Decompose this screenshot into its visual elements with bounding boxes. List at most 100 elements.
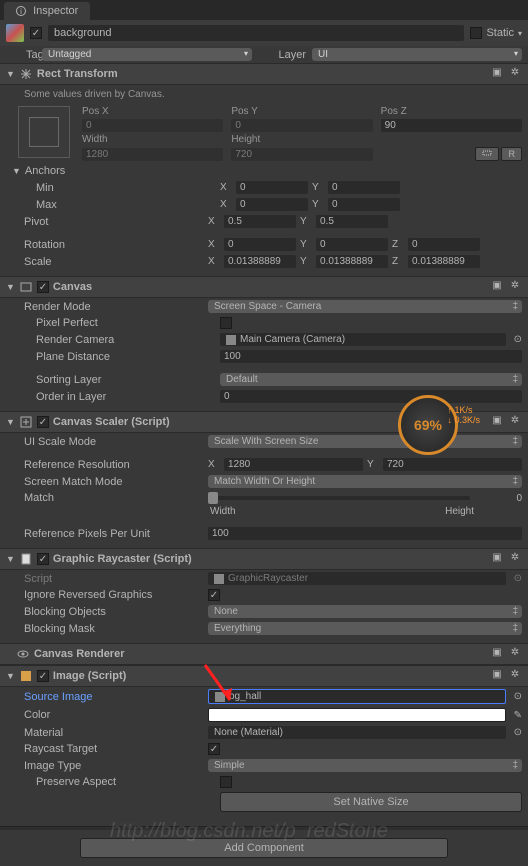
gameobject-icon[interactable] — [6, 24, 24, 42]
layer-dropdown[interactable]: UI — [312, 48, 522, 61]
sorting-layer-dropdown[interactable]: Default — [220, 373, 522, 386]
settings-icon[interactable]: ✲ — [508, 280, 522, 294]
add-component-button[interactable]: Add Component — [80, 838, 448, 858]
preserve-aspect-checkbox[interactable] — [220, 776, 232, 788]
source-image-field[interactable]: bg_hall — [208, 689, 506, 704]
ui-scale-mode-label: UI Scale Mode — [24, 436, 204, 448]
help-icon[interactable]: ▣ — [490, 280, 504, 294]
min-label: Min — [36, 182, 216, 194]
static-checkbox[interactable] — [470, 27, 482, 39]
preserve-aspect-label: Preserve Aspect — [36, 776, 216, 788]
anchors-foldout[interactable]: ▼ — [12, 166, 21, 176]
inspector-tab[interactable]: i Inspector — [4, 2, 90, 20]
width-value: 1280 — [82, 148, 223, 161]
canvas-icon — [19, 280, 33, 294]
tab-bar: i Inspector — [0, 0, 528, 20]
help-icon[interactable]: ▣ — [490, 415, 504, 429]
layer-label: Layer — [266, 49, 306, 61]
tag-dropdown[interactable]: Untagged — [42, 48, 252, 61]
settings-icon[interactable]: ✲ — [508, 669, 522, 683]
match-mode-dropdown[interactable]: Match Width Or Height — [208, 475, 522, 488]
image-type-dropdown[interactable]: Simple — [208, 759, 522, 772]
plane-distance-input[interactable] — [220, 350, 522, 363]
scale-z-input[interactable] — [408, 255, 480, 268]
max-x-input[interactable] — [236, 198, 308, 211]
rect-transform-body: Some values driven by Canvas. Pos X Pos … — [0, 85, 528, 276]
material-field[interactable]: None (Material) — [208, 726, 506, 739]
info-icon: i — [16, 6, 26, 16]
divider — [0, 826, 528, 830]
settings-icon[interactable]: ✲ — [508, 647, 522, 661]
ignore-reversed-checkbox[interactable] — [208, 589, 220, 601]
set-native-size-button[interactable]: Set Native Size — [220, 792, 522, 812]
object-picker-icon[interactable]: ⊙ — [514, 691, 522, 702]
foldout-icon[interactable]: ▼ — [6, 69, 15, 79]
ref-pixels-input[interactable] — [208, 527, 522, 540]
eyedropper-icon[interactable]: ✎ — [514, 710, 522, 721]
material-label: Material — [24, 727, 204, 739]
anchor-preset-button[interactable] — [18, 106, 70, 158]
static-dropdown-icon[interactable]: ▾ — [518, 29, 522, 38]
foldout-icon[interactable]: ▼ — [6, 417, 15, 427]
component-enabled-checkbox[interactable] — [37, 281, 49, 293]
ui-scale-mode-dropdown[interactable]: Scale With Screen Size — [208, 435, 522, 448]
color-field[interactable] — [208, 708, 506, 722]
gameobject-name-input[interactable] — [48, 25, 464, 41]
foldout-icon[interactable]: ▼ — [6, 282, 15, 292]
settings-icon[interactable]: ✲ — [508, 67, 522, 81]
ref-res-y-input[interactable] — [383, 458, 522, 471]
width-label: Width — [82, 134, 223, 145]
posz-label: Pos Z — [381, 106, 522, 117]
raw-edit-button[interactable]: R — [501, 147, 522, 161]
render-mode-dropdown[interactable]: Screen Space - Camera — [208, 300, 522, 313]
blocking-objects-dropdown[interactable]: None — [208, 605, 522, 618]
object-picker-icon[interactable]: ⊙ — [514, 727, 522, 738]
pixel-perfect-checkbox[interactable] — [220, 317, 232, 329]
object-picker-icon[interactable]: ⊙ — [514, 334, 522, 345]
blocking-mask-label: Blocking Mask — [24, 623, 204, 635]
help-icon[interactable]: ▣ — [490, 669, 504, 683]
scale-y-input[interactable] — [316, 255, 388, 268]
rot-y-input[interactable] — [316, 238, 388, 251]
foldout-icon[interactable]: ▼ — [6, 671, 15, 681]
render-camera-label: Render Camera — [36, 334, 216, 346]
pivot-y-input[interactable] — [316, 215, 388, 228]
rot-z-input[interactable] — [408, 238, 480, 251]
component-enabled-checkbox[interactable] — [37, 553, 49, 565]
script-field: GraphicRaycaster — [208, 572, 506, 585]
pivot-x-input[interactable] — [224, 215, 296, 228]
help-icon[interactable]: ▣ — [490, 67, 504, 81]
match-slider[interactable] — [208, 496, 470, 500]
raycast-target-checkbox[interactable] — [208, 743, 220, 755]
scale-label: Scale — [24, 256, 204, 268]
posy-value: 0 — [231, 119, 372, 132]
image-type-label: Image Type — [24, 760, 204, 772]
blocking-mask-dropdown[interactable]: Everything — [208, 622, 522, 635]
min-y-input[interactable] — [328, 181, 400, 194]
blueprint-button[interactable] — [475, 147, 499, 161]
render-camera-field[interactable]: Main Camera (Camera) — [220, 333, 506, 346]
section-title: Rect Transform — [37, 68, 486, 80]
settings-icon[interactable]: ✲ — [508, 552, 522, 566]
rot-x-input[interactable] — [224, 238, 296, 251]
max-label: Max — [36, 199, 216, 211]
ref-res-x-input[interactable] — [224, 458, 363, 471]
help-icon[interactable]: ▣ — [490, 647, 504, 661]
max-y-input[interactable] — [328, 198, 400, 211]
script-asset-icon — [214, 574, 224, 584]
component-enabled-checkbox[interactable] — [37, 670, 49, 682]
foldout-icon[interactable]: ▼ — [6, 554, 15, 564]
static-toggle[interactable]: Static ▾ — [470, 27, 522, 39]
section-title: Image (Script) — [53, 670, 486, 682]
scale-x-input[interactable] — [224, 255, 296, 268]
settings-icon[interactable]: ✲ — [508, 415, 522, 429]
min-x-input[interactable] — [236, 181, 308, 194]
help-icon[interactable]: ▣ — [490, 552, 504, 566]
component-enabled-checkbox[interactable] — [37, 416, 49, 428]
active-checkbox[interactable] — [30, 27, 42, 39]
rect-transform-header: ▼ Rect Transform ▣ ✲ — [0, 63, 528, 85]
order-in-layer-input[interactable] — [220, 390, 522, 403]
posz-input[interactable] — [381, 119, 522, 132]
script-label: Script — [24, 573, 204, 585]
render-mode-label: Render Mode — [24, 301, 204, 313]
